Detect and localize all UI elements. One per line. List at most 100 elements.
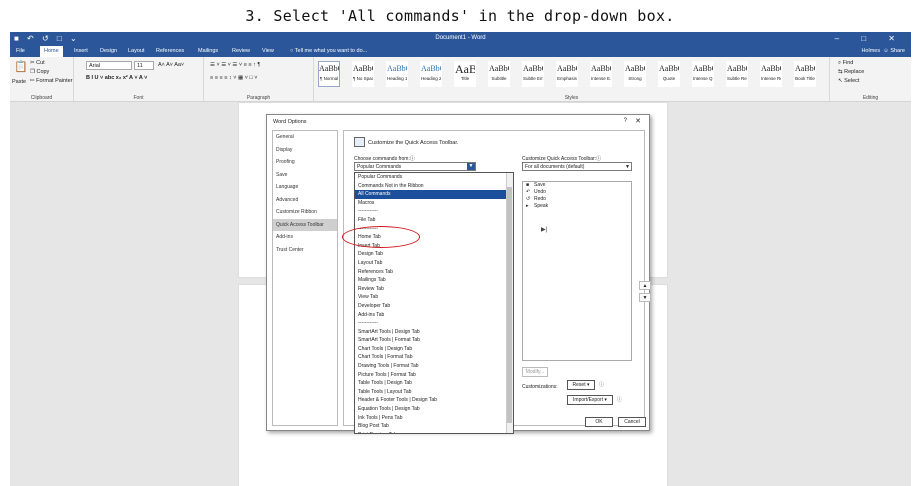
tab-design[interactable]: Design [100,48,117,54]
dropdown-option-blog-post-tab[interactable]: Blog Post Tab [355,422,513,431]
dropdown-option-picture-tools-format-tab[interactable]: Picture Tools | Format Tab [355,371,513,380]
nav-trust-center[interactable]: Trust Center [273,244,337,257]
style-quote[interactable]: AaBbCcI Quote [658,61,680,87]
style-emphasis[interactable]: AaBbCcI Emphasis [556,61,578,87]
help-button[interactable]: ? [624,118,627,124]
dropdown-option-developer-tab[interactable]: Developer Tab [355,302,513,311]
dropdown-option-smartart-tools-format-tab[interactable]: SmartArt Tools | Format Tab [355,336,513,345]
style-subtle-em[interactable]: AaBbCcI Subtle Em... [522,61,544,87]
dropdown-option-file-tab[interactable]: File Tab [355,216,513,225]
style-heading-1[interactable]: AaBbC(Heading 1 [386,61,408,87]
dropdown-option-view-tab[interactable]: View Tab [355,293,513,302]
tab-review[interactable]: Review [232,48,250,54]
dropdown-option-separator[interactable]: ------------ [355,207,513,216]
nav-advanced[interactable]: Advanced [273,194,337,207]
style-strong[interactable]: AaBbCcI Strong [624,61,646,87]
ok-button[interactable]: OK [585,417,613,427]
style-normal[interactable]: AaBbCcI ¶ Normal [318,61,340,87]
dropdown-option-drawing-tools-format-tab[interactable]: Drawing Tools | Format Tab [355,362,513,371]
dropdown-option-all-commands[interactable]: All Commands [355,190,513,199]
customize-qat-select[interactable]: For all documents (default) ▼ [522,162,632,171]
close-button[interactable]: ✕ [635,117,641,125]
qat-item-redo[interactable]: ↺ Redo [523,196,631,203]
dropdown-option-review-tab[interactable]: Review Tab [355,285,513,294]
paste-icon[interactable]: 📋 [14,60,28,73]
copy-button[interactable]: ❐ Copy [30,69,49,75]
chevron-down-icon[interactable]: ▼ [467,163,475,170]
share-button[interactable]: Share [890,48,905,54]
alignment-buttons[interactable]: ≡ ≡ ≡ ≡ ↕ ˅ ▦ ˅ □ ˅ [210,75,258,81]
font-size-controls[interactable]: A˄ A˅ Aa˅ [158,62,184,68]
dropdown-option-table-tools-layout-tab[interactable]: Table Tools | Layout Tab [355,388,513,397]
tab-references[interactable]: References [156,48,184,54]
find-button[interactable]: ⌕ Find [838,60,853,67]
nav-general[interactable]: General [273,131,337,144]
dropdown-option-ink-tools-pens-tab[interactable]: Ink Tools | Pens Tab [355,414,513,423]
tab-mailings[interactable]: Mailings [198,48,218,54]
scrollbar-thumb[interactable] [507,187,512,423]
qat-item-undo[interactable]: ↶ Undo [523,189,631,196]
style-subtle-ref[interactable]: AaBbCcI Subtle Ref... [726,61,748,87]
style-book-title[interactable]: AaBbCc Book Title [794,61,816,87]
dropdown-option-popular-commands[interactable]: Popular Commands [355,173,513,182]
cut-button[interactable]: ✂ Cut [30,60,45,66]
tab-home[interactable]: Home [40,46,63,57]
nav-save[interactable]: Save [273,169,337,182]
font-format-buttons[interactable]: B I U ˅ abc x₂ x² A ˅ A ˅ [86,75,147,81]
move-down-button[interactable]: ▼ [639,293,651,302]
style-subtitle[interactable]: AaBbCcE Subtitle [488,61,510,87]
nav-display[interactable]: Display [273,144,337,157]
nav-proofing[interactable]: Proofing [273,156,337,169]
select-button[interactable]: ↖ Select [838,78,859,84]
style-no-spac[interactable]: AaBbCcI ¶ No Spac... [352,61,374,87]
dropdown-option-mailings-tab[interactable]: Mailings Tab [355,276,513,285]
user-name[interactable]: Holmes [861,48,880,54]
style-heading-2[interactable]: AaBbCc Heading 2 [420,61,442,87]
list-buttons[interactable]: ☰ ˅ ☰ ˅ ☰ ˅ ≡ ≡ ↑ ¶ [210,62,260,68]
style-intense-e[interactable]: AaBbCcI Intense E... [590,61,612,87]
window-controls[interactable]: – □ ✕ [835,34,905,43]
tab-file[interactable]: File [16,48,25,54]
cancel-button[interactable]: Cancel [618,417,646,427]
nav-quick-access-toolbar[interactable]: Quick Access Toolbar [273,218,337,231]
style-intense-re[interactable]: AaBbCcI Intense Re... [760,61,782,87]
tell-me-box[interactable]: ○ Tell me what you want to do... [290,48,367,54]
style-intense-q[interactable]: AaBbCcI Intense Q... [692,61,714,87]
style-title[interactable]: AaB Title [454,61,476,87]
dropdown-option-chart-tools-format-tab[interactable]: Chart Tools | Format Tab [355,353,513,362]
dropdown-option-references-tab[interactable]: References Tab [355,268,513,277]
dropdown-option-chart-tools-design-tab[interactable]: Chart Tools | Design Tab [355,345,513,354]
dropdown-option-separator[interactable]: ------------ [355,319,513,328]
format-painter-button[interactable]: ✏ Format Painter [30,78,73,84]
modify-button[interactable]: Modify... [522,367,548,377]
add-arrow-icon[interactable]: ▶| [541,226,547,233]
choose-commands-select[interactable]: Popular Commands ▼ [354,162,476,171]
dropdown-option-commands-not-in-the-ribbon[interactable]: Commands Not in the Ribbon [355,182,513,191]
dropdown-option-print-preview-tab[interactable]: Print Preview Tab [355,431,513,433]
dropdown-option-equation-tools-design-tab[interactable]: Equation Tools | Design Tab [355,405,513,414]
tab-insert[interactable]: Insert [74,48,88,54]
chevron-down-icon[interactable]: ▼ [625,163,630,171]
tab-view[interactable]: View [262,48,274,54]
dropdown-option-add-ins-tab[interactable]: Add-ins Tab [355,311,513,320]
qat-item-save[interactable]: ■ Save [523,182,631,189]
dropdown-option-macros[interactable]: Macros [355,199,513,208]
dropdown-option-header-footer-tools-design-tab[interactable]: Header & Footer Tools | Design Tab [355,396,513,405]
font-size-box[interactable]: 11 [134,61,154,70]
paste-button[interactable]: Paste [12,79,26,85]
tab-layout[interactable]: Layout [128,48,145,54]
reset-button[interactable]: Reset ▾ [567,380,595,390]
dropdown-option-design-tab[interactable]: Design Tab [355,250,513,259]
dropdown-option-smartart-tools-design-tab[interactable]: SmartArt Tools | Design Tab [355,328,513,337]
replace-button[interactable]: ⇆ Replace [838,69,864,75]
qat-item-speak[interactable]: ▸ Speak [523,203,631,210]
move-up-button[interactable]: ▲ [639,281,651,290]
dropdown-option-layout-tab[interactable]: Layout Tab [355,259,513,268]
font-name-box[interactable]: Arial [86,61,132,70]
nav-add-ins[interactable]: Add-ins [273,231,337,244]
dropdown-scrollbar[interactable] [506,173,513,433]
import-export-button[interactable]: Import/Export ▾ [567,395,613,405]
dropdown-option-table-tools-design-tab[interactable]: Table Tools | Design Tab [355,379,513,388]
nav-customize-ribbon[interactable]: Customize Ribbon [273,206,337,219]
nav-language[interactable]: Language [273,181,337,194]
